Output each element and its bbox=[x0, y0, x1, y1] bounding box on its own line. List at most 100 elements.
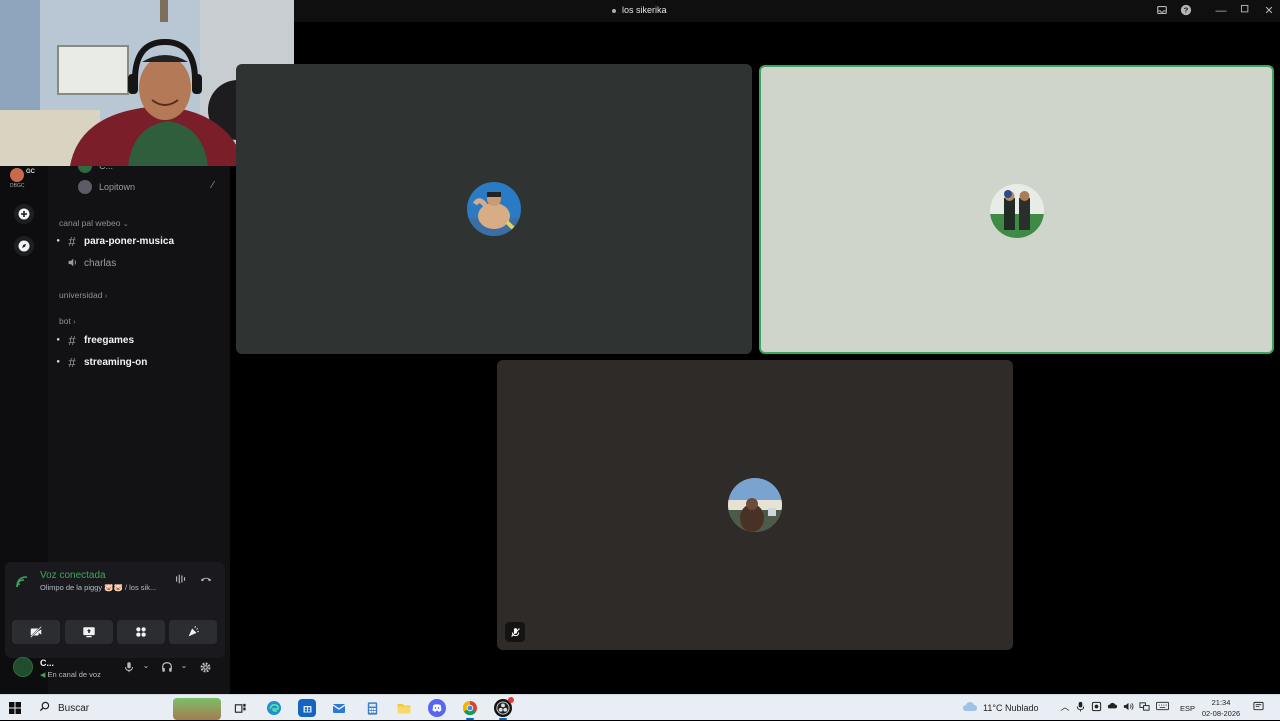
noise-suppression-icon[interactable] bbox=[173, 572, 189, 588]
wifi-cloud-icon[interactable] bbox=[1106, 701, 1118, 713]
windows-start-button[interactable] bbox=[8, 701, 22, 715]
user-status-text: En canal de voz bbox=[47, 670, 101, 679]
svg-text:?: ? bbox=[1184, 6, 1189, 15]
category-label: canal pal webeo bbox=[59, 218, 121, 228]
help-icon[interactable]: ? bbox=[1179, 4, 1193, 18]
channel-name: para-poner-musica bbox=[84, 235, 175, 247]
voice-user-name: Lopitown bbox=[99, 182, 136, 192]
user-name: C... bbox=[40, 658, 55, 668]
search-highlight-image bbox=[173, 698, 221, 720]
headphones-icon[interactable] bbox=[160, 661, 174, 675]
camera-off-button[interactable] bbox=[12, 620, 60, 644]
activities-button[interactable] bbox=[117, 620, 165, 644]
microphone-tray-icon[interactable] bbox=[1074, 701, 1086, 713]
channel-name: charlas bbox=[84, 257, 117, 269]
hash-icon: # bbox=[68, 233, 76, 249]
discord-taskbar-icon[interactable] bbox=[428, 699, 446, 717]
server-icon-gc[interactable]: GC DBGC bbox=[8, 166, 40, 189]
microphone-icon[interactable] bbox=[122, 661, 136, 675]
category-bot[interactable]: bot › bbox=[59, 316, 76, 326]
add-server-button[interactable] bbox=[14, 204, 34, 224]
weather-readout[interactable]: 11°C Nublado bbox=[983, 695, 1039, 721]
obs-icon[interactable] bbox=[494, 697, 514, 720]
close-icon[interactable]: ✕ bbox=[1262, 4, 1276, 18]
taskbar-clock[interactable]: 21:34 02-08-2026 bbox=[1193, 697, 1249, 719]
search-placeholder: Buscar bbox=[58, 702, 90, 714]
task-view-icon[interactable] bbox=[231, 699, 249, 717]
file-explorer-icon[interactable] bbox=[395, 699, 413, 717]
store-icon[interactable] bbox=[298, 699, 316, 717]
voice-location[interactable]: Olimpo de la piggy 🐷🐷 / los sik... bbox=[40, 583, 156, 592]
cloud-weather-icon[interactable] bbox=[962, 701, 978, 713]
avatar bbox=[728, 478, 782, 532]
screen-share-icon bbox=[83, 627, 95, 638]
hash-icon: # bbox=[68, 354, 76, 370]
screen-share-button[interactable] bbox=[65, 620, 113, 644]
channel-name: streaming-on bbox=[84, 356, 148, 368]
user-status: ◀ En canal de voz bbox=[40, 670, 101, 679]
chevron-right-icon: › bbox=[73, 319, 76, 326]
chevron-down-icon[interactable]: ⌄ bbox=[177, 661, 191, 675]
app-tray-icon[interactable] bbox=[1090, 701, 1102, 713]
edge-browser-icon[interactable] bbox=[265, 699, 283, 717]
inbox-icon[interactable] bbox=[1155, 4, 1169, 18]
video-tile[interactable] bbox=[236, 64, 752, 354]
video-tile-speaking[interactable] bbox=[759, 65, 1274, 354]
avatar[interactable] bbox=[13, 657, 33, 677]
weather-temperature: 11°C bbox=[983, 703, 1003, 713]
soundboard-button[interactable] bbox=[169, 620, 217, 644]
network-icon[interactable] bbox=[1138, 701, 1150, 713]
channel-charlas[interactable]: charlas bbox=[48, 253, 230, 273]
channel-streaming-on[interactable]: ● # streaming-on bbox=[48, 352, 230, 372]
category-label: bot bbox=[59, 316, 71, 326]
avatar bbox=[990, 184, 1044, 238]
channel-para-poner-musica[interactable]: ● # para-poner-musica bbox=[48, 231, 230, 251]
clock-date: 02-08-2026 bbox=[1201, 709, 1241, 718]
user-panel: C... ◀ En canal de voz ⌄ ⌄ bbox=[5, 655, 225, 685]
chrome-icon[interactable] bbox=[461, 699, 479, 720]
weather-condition: Nublado bbox=[1004, 703, 1039, 713]
muted-indicator bbox=[505, 622, 525, 642]
keyboard-icon[interactable] bbox=[1156, 701, 1169, 713]
category-canal-pal-webeo[interactable]: canal pal webeo ⌄ bbox=[59, 218, 129, 228]
voice-user-item[interactable]: Lopitown ⁄ bbox=[78, 179, 214, 195]
category-label: universidad bbox=[59, 290, 103, 300]
windows-logo-icon bbox=[9, 702, 21, 714]
recording-dot bbox=[508, 697, 514, 703]
calculator-icon[interactable] bbox=[363, 699, 381, 717]
voice-channel-icon bbox=[612, 8, 616, 13]
unread-indicator: ● bbox=[56, 359, 60, 365]
maximize-icon[interactable] bbox=[1238, 4, 1252, 18]
camera-off-icon bbox=[30, 626, 42, 638]
channel-freegames[interactable]: ● # freegames bbox=[48, 330, 230, 350]
discord-app: los sikerika ? — ✕ GC DBGC C... Lopitown… bbox=[0, 0, 1280, 694]
avatar bbox=[467, 182, 521, 236]
notifications-icon[interactable] bbox=[1252, 701, 1264, 713]
unread-indicator: ● bbox=[56, 337, 60, 343]
disconnect-icon[interactable] bbox=[198, 572, 214, 588]
taskbar-search-box[interactable]: Buscar bbox=[33, 697, 223, 720]
soundboard-icon bbox=[188, 626, 199, 637]
discover-button[interactable] bbox=[14, 236, 34, 256]
voice-status-icon: ◀ bbox=[40, 672, 46, 679]
video-tile[interactable] bbox=[497, 360, 1013, 650]
category-universidad[interactable]: universidad › bbox=[59, 290, 107, 300]
activities-icon bbox=[136, 627, 146, 637]
voice-connection-panel: Voz conectada Olimpo de la piggy 🐷🐷 / lo… bbox=[5, 562, 225, 658]
settings-gear-icon[interactable] bbox=[198, 661, 212, 675]
mail-app-icon[interactable] bbox=[330, 699, 348, 717]
plus-icon bbox=[18, 208, 30, 220]
minimize-icon[interactable]: — bbox=[1214, 4, 1228, 18]
clock-time: 21:34 bbox=[1211, 698, 1231, 707]
avatar bbox=[78, 180, 92, 194]
chevron-up-icon[interactable]: ︿ bbox=[1059, 701, 1071, 713]
chevron-down-icon[interactable]: ⌄ bbox=[139, 661, 153, 675]
channel-name: freegames bbox=[84, 334, 135, 346]
muted-mic-icon: ⁄ bbox=[212, 180, 214, 191]
chevron-down-icon: ⌄ bbox=[122, 221, 129, 228]
signal-icon bbox=[15, 575, 31, 589]
voice-status: Voz conectada bbox=[40, 570, 106, 581]
muted-mic-icon bbox=[510, 627, 520, 637]
server-tag-label: DBGC bbox=[10, 183, 25, 189]
volume-icon[interactable] bbox=[1122, 701, 1134, 713]
